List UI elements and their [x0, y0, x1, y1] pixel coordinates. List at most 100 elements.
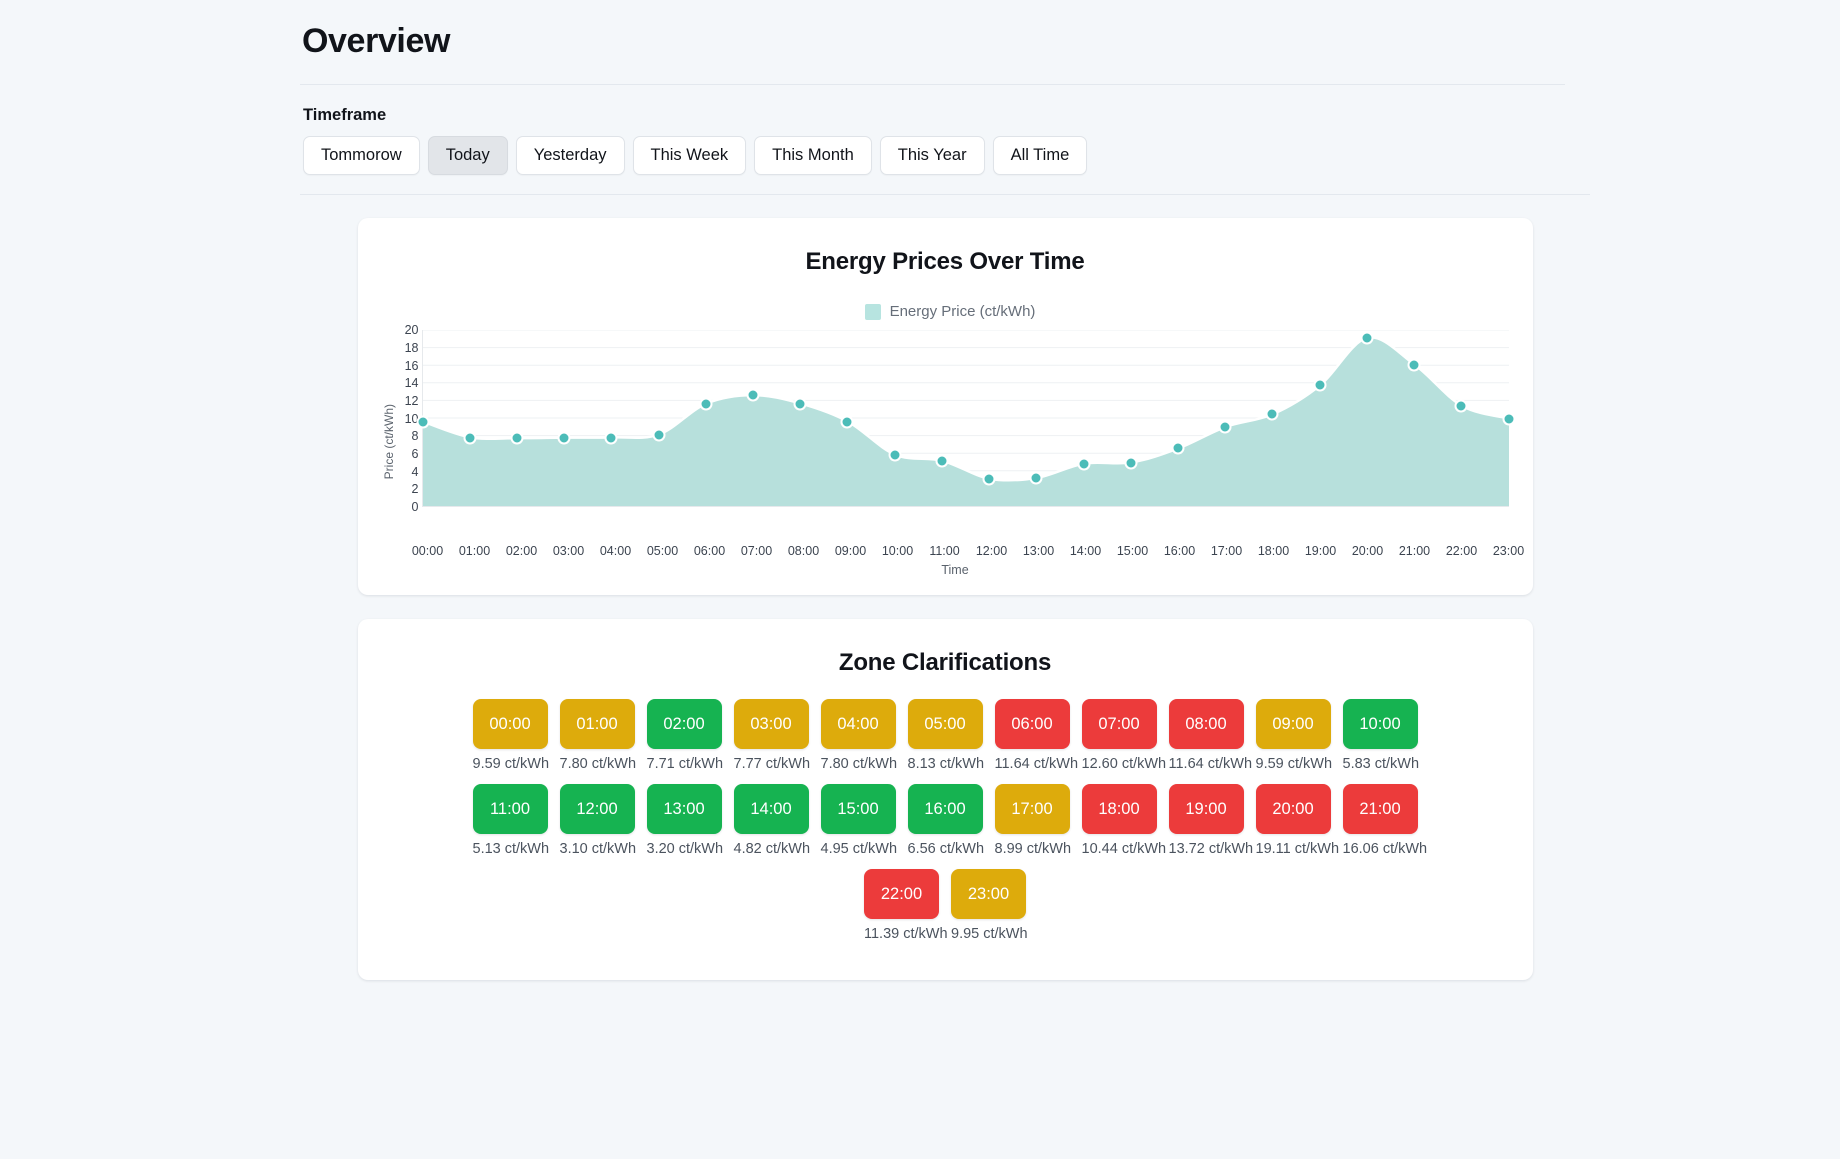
zone-badge-1500[interactable]: 15:00 — [820, 784, 896, 835]
zone-price: 7.80 ct/kWh — [820, 756, 898, 773]
zone-badge-0400[interactable]: 04:00 — [820, 699, 896, 750]
zone-badge-1700[interactable]: 17:00 — [994, 784, 1070, 835]
zone-item: 14:00 4.82 ct/kWh — [733, 784, 810, 857]
zone-price: 5.13 ct/kWh — [472, 841, 550, 858]
chart-canvas — [416, 330, 1515, 508]
series-data-point[interactable] — [1171, 441, 1185, 455]
zone-badge-1300[interactable]: 13:00 — [646, 784, 722, 835]
zone-badge-0700[interactable]: 07:00 — [1081, 699, 1157, 750]
series-data-point[interactable] — [1218, 420, 1232, 434]
series-data-point[interactable] — [982, 472, 996, 486]
y-axis-ticks: 0 2 4 6 8 10 12 14 16 18 20 — [398, 323, 422, 540]
series-data-point[interactable] — [416, 415, 429, 429]
series-data-point[interactable] — [1407, 358, 1421, 372]
x-axis-tick: 14:00 — [1069, 544, 1102, 559]
zone-badge-2300[interactable]: 23:00 — [951, 869, 1026, 920]
series-data-point[interactable] — [604, 431, 618, 444]
series-data-point[interactable] — [463, 431, 477, 444]
timeframe-button-this-year[interactable]: This Year — [879, 136, 985, 176]
y-axis-tick: 16 — [404, 358, 419, 373]
zone-price: 5.83 ct/kWh — [1342, 756, 1420, 773]
series-data-point[interactable] — [1077, 457, 1091, 471]
zone-price: 12.60 ct/kWh — [1081, 756, 1167, 773]
y-axis-tick: 0 — [411, 500, 419, 515]
timeframe-button-yesterday[interactable]: Yesterday — [515, 136, 625, 176]
zone-item: 10:00 5.83 ct/kWh — [1342, 699, 1420, 773]
series-data-point[interactable] — [510, 431, 524, 445]
zone-badge-1600[interactable]: 16:00 — [907, 784, 983, 835]
x-axis-tick: 06:00 — [693, 544, 726, 559]
zone-badge-1100[interactable]: 11:00 — [472, 784, 548, 835]
zone-badge-1200[interactable]: 12:00 — [559, 784, 635, 835]
zone-item: 19:00 13.72 ct/kWh — [1168, 784, 1253, 857]
zone-clarifications-card: Zone Clarifications 00:00 9.59 ct/kWh 01:0… — [357, 619, 1533, 981]
zone-item: 20:00 19.11 ct/kWh — [1255, 784, 1339, 857]
timeframe-button-this-month[interactable]: This Month — [754, 136, 872, 176]
zone-row: 22:00 11.39 ct/kWh 23:00 9.95 ct/kWh — [382, 869, 1509, 942]
zone-item: 22:00 11.39 ct/kWh — [864, 869, 948, 942]
x-axis-tick: 13:00 — [1022, 544, 1055, 559]
zone-price: 8.13 ct/kWh — [907, 756, 985, 773]
zone-price: 11.64 ct/kWh — [994, 756, 1079, 773]
y-axis-title: Price (ct/kWh) — [381, 404, 396, 480]
zone-badge-0200[interactable]: 02:00 — [646, 699, 722, 750]
timeframe-button-all-time[interactable]: All Time — [992, 136, 1088, 176]
series-data-point[interactable] — [746, 388, 760, 402]
zone-badge-2000[interactable]: 20:00 — [1255, 784, 1331, 835]
zone-item: 07:00 12.60 ct/kWh — [1081, 699, 1167, 773]
series-data-point[interactable] — [1124, 456, 1138, 470]
x-axis-title: Time — [941, 563, 969, 578]
zone-badge-1800[interactable]: 18:00 — [1081, 784, 1157, 835]
series-data-point[interactable] — [1265, 407, 1279, 421]
series-data-point[interactable] — [840, 415, 854, 429]
zone-row: 11:00 5.13 ct/kWh 12:00 3.10 ct/kWh 13:00 3.2… — [382, 784, 1509, 857]
series-data-point[interactable] — [793, 397, 807, 411]
zone-price: 8.99 ct/kWh — [994, 841, 1072, 858]
series-data-point[interactable] — [1029, 471, 1043, 485]
series-data-point[interactable] — [1313, 378, 1327, 392]
zone-badge-1000[interactable]: 10:00 — [1342, 699, 1418, 750]
y-axis-tick: 4 — [411, 464, 419, 479]
x-axis-tick: 19:00 — [1304, 544, 1337, 559]
x-axis-tick: 17:00 — [1210, 544, 1243, 559]
timeframe-button-today[interactable]: Today — [427, 136, 508, 176]
series-data-point[interactable] — [699, 397, 713, 411]
zone-badge-1900[interactable]: 19:00 — [1168, 784, 1244, 835]
series-data-point[interactable] — [652, 428, 666, 442]
zone-item: 01:00 7.80 ct/kWh — [559, 699, 636, 772]
x-axis-tick: 04:00 — [599, 544, 632, 559]
legend-label: Energy Price (ct/kWh) — [889, 303, 1036, 321]
chart-plot-area: Price (ct/kWh) 0 2 4 6 8 10 12 14 16 18 20 — [381, 323, 1515, 540]
zone-item: 03:00 7.77 ct/kWh — [733, 699, 810, 772]
series-data-point[interactable] — [1360, 331, 1374, 345]
chart-title: Energy Prices Over Time — [805, 248, 1085, 276]
zone-badge-0300[interactable]: 03:00 — [733, 699, 809, 750]
zone-item: 13:00 3.20 ct/kWh — [646, 784, 723, 857]
zone-badge-0500[interactable]: 05:00 — [907, 699, 983, 750]
series-data-point[interactable] — [935, 454, 949, 468]
zone-badge-2200[interactable]: 22:00 — [864, 869, 939, 920]
zone-item: 18:00 10.44 ct/kWh — [1081, 784, 1166, 857]
zone-badge-0100[interactable]: 01:00 — [559, 699, 635, 750]
x-axis-tick: 18:00 — [1257, 544, 1290, 559]
zone-badge-0000[interactable]: 00:00 — [472, 699, 548, 750]
series-data-point[interactable] — [557, 431, 571, 445]
series-data-point[interactable] — [1502, 412, 1515, 426]
zone-badge-0900[interactable]: 09:00 — [1255, 699, 1331, 750]
zone-price: 9.95 ct/kWh — [951, 926, 1028, 943]
zone-grid: 00:00 9.59 ct/kWh 01:00 7.80 ct/kWh 02:00 7.7… — [382, 699, 1509, 942]
series-data-point[interactable] — [1454, 399, 1468, 413]
zone-item: 05:00 8.13 ct/kWh — [907, 699, 985, 773]
x-axis-tick: 08:00 — [787, 544, 820, 559]
zone-badge-2100[interactable]: 21:00 — [1342, 784, 1418, 835]
zone-badge-0600[interactable]: 06:00 — [994, 699, 1070, 750]
zone-price: 4.95 ct/kWh — [820, 841, 898, 858]
x-axis-tick: 00:00 — [411, 544, 444, 559]
page-title: Overview — [302, 22, 451, 60]
legend-swatch-icon — [864, 303, 881, 320]
series-data-point[interactable] — [888, 448, 902, 462]
zone-badge-1400[interactable]: 14:00 — [733, 784, 809, 835]
timeframe-button-this-week[interactable]: This Week — [632, 136, 747, 176]
timeframe-button-tommorow[interactable]: Tommorow — [303, 136, 420, 176]
zone-badge-0800[interactable]: 08:00 — [1168, 699, 1244, 750]
